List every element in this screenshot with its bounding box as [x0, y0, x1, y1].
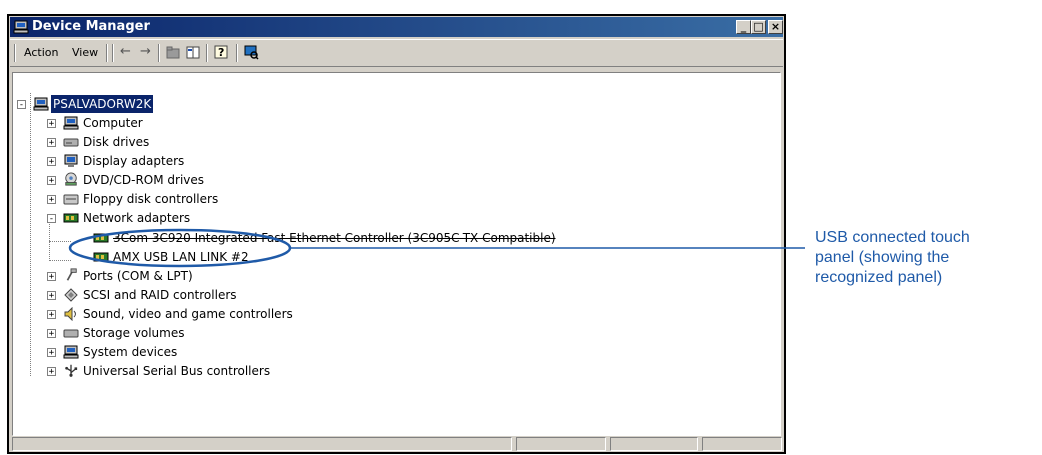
callout-line: USB connected touch	[815, 229, 970, 246]
callout-text: USB connected touch panel (showing the r…	[815, 228, 1035, 288]
callout-line: panel (showing the	[815, 249, 950, 266]
highlight-ellipse	[68, 228, 292, 268]
callout-line: recognized panel)	[815, 269, 943, 286]
